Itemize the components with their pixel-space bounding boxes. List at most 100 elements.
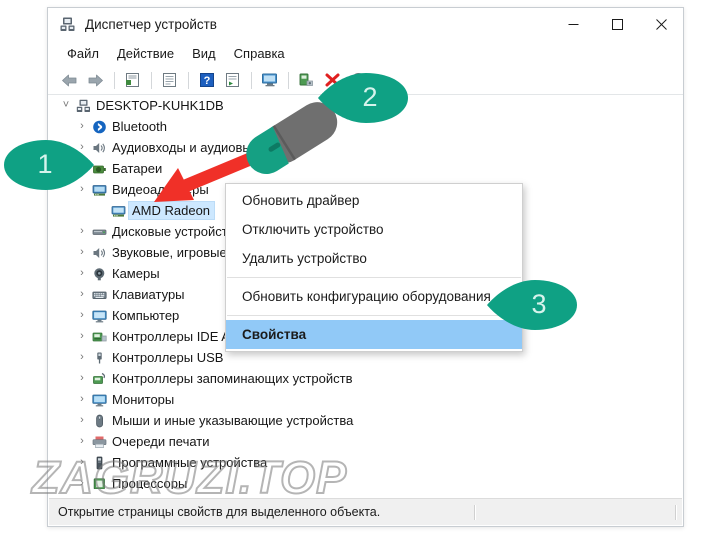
context-menu-item-label: Обновить конфигурацию оборудования <box>242 289 491 304</box>
chevron-right-icon[interactable]: › <box>74 305 90 326</box>
help-icon[interactable]: ? <box>194 68 219 92</box>
tree-item-label: Контроллеры запоминающих устройств <box>112 371 353 386</box>
title-bar: Диспетчер устройств <box>48 8 683 41</box>
tree-item-label: Мониторы <box>112 392 175 407</box>
maximize-icon[interactable] <box>595 8 639 41</box>
tree-item-label: Процессоры <box>112 476 188 489</box>
processor-icon <box>90 477 109 490</box>
menu-item-file[interactable]: Файл <box>58 44 108 63</box>
chevron-right-icon[interactable]: › <box>74 389 90 410</box>
context-menu-separator <box>227 315 521 316</box>
chevron-right-icon[interactable]: › <box>74 473 90 489</box>
tree-item-label: Видеоадаптеры <box>112 182 209 197</box>
menu-item-action[interactable]: Действие <box>108 44 183 63</box>
tree-item-label: Компьютер <box>112 308 180 323</box>
svg-text:?: ? <box>203 75 210 87</box>
chevron-right-icon[interactable]: › <box>74 284 90 305</box>
status-bar: Открытие страницы свойств для выделенног… <box>49 498 682 525</box>
tree-row-storage-controllers[interactable]: › Контроллеры запоминающих устройств <box>49 368 682 389</box>
status-text: Открытие страницы свойств для выделенног… <box>58 505 381 519</box>
tree-item-label: Контроллеры USB <box>112 350 224 365</box>
storage-controller-icon <box>90 372 109 386</box>
tree-item-label: AMD Radeon <box>127 201 216 220</box>
tree-item-label: Очереди печати <box>112 434 210 449</box>
sound-icon <box>90 246 109 260</box>
minimize-icon[interactable] <box>551 8 595 41</box>
toolbar-separator <box>251 71 252 89</box>
printer-icon <box>90 435 109 449</box>
forward-icon[interactable] <box>83 68 108 92</box>
mouse-icon <box>90 414 109 428</box>
context-menu-item-label: Отключить устройство <box>242 222 384 237</box>
annotation-badge-2: 2 <box>318 65 410 131</box>
tree-row-processors[interactable]: › Процессоры <box>49 473 682 489</box>
chevron-right-icon[interactable]: › <box>74 368 90 389</box>
tree-item-label: Дисковые устройства <box>112 224 242 239</box>
annotation-badge-1: 1 <box>2 132 94 198</box>
tree-root-label: DESKTOP-KUHK1DB <box>96 98 224 113</box>
keyboard-icon <box>90 288 109 302</box>
properties-icon[interactable] <box>120 68 145 92</box>
context-menu-item-label: Обновить драйвер <box>242 193 360 208</box>
window-controls <box>551 8 683 41</box>
software-device-icon <box>90 456 109 470</box>
tree-item-label: Мыши и иные указывающие устройства <box>112 413 354 428</box>
tree-item-label: Камеры <box>112 266 160 281</box>
tree-row-audio-io[interactable]: › Аудиовходы и аудиовыходы <box>49 137 682 158</box>
tree-row-software-devices[interactable]: › Программные устройства <box>49 452 682 473</box>
menu-item-help[interactable]: Справка <box>225 44 294 63</box>
chevron-down-icon[interactable]: ˅ <box>58 95 74 116</box>
usb-controller-icon <box>90 351 109 365</box>
camera-icon <box>90 267 109 281</box>
toolbar-separator <box>288 71 289 89</box>
chevron-right-icon[interactable]: › <box>74 347 90 368</box>
tree-item-label: Клавиатуры <box>112 287 185 302</box>
context-menu-item-disable-device[interactable]: Отключить устройство <box>226 215 522 244</box>
tree-item-label: Батареи <box>112 161 163 176</box>
context-menu-item-properties[interactable]: Свойства <box>226 320 522 349</box>
toolbar-separator <box>114 71 115 89</box>
chevron-right-icon[interactable]: › <box>74 410 90 431</box>
chevron-right-icon[interactable]: › <box>74 242 90 263</box>
screenshot-root: Диспетчер устройств Файл Действие Вид Сп… <box>0 0 702 540</box>
menu-bar: Файл Действие Вид Справка <box>48 41 683 66</box>
menu-item-view[interactable]: Вид <box>183 44 225 63</box>
tree-row-mice[interactable]: › Мыши и иные указывающие устройства <box>49 410 682 431</box>
context-menu-item-uninstall-device[interactable]: Удалить устройство <box>226 244 522 273</box>
status-divider <box>474 504 475 520</box>
list-view-icon[interactable] <box>157 68 182 92</box>
computer-root-icon <box>74 99 93 113</box>
chevron-right-icon[interactable]: › <box>74 431 90 452</box>
chevron-right-icon[interactable]: › <box>74 326 90 347</box>
device-manager-icon <box>59 16 76 33</box>
context-menu-item-scan-hardware[interactable]: Обновить конфигурацию оборудования <box>226 282 522 311</box>
context-menu-item-update-driver[interactable]: Обновить драйвер <box>226 186 522 215</box>
context-menu[interactable]: Обновить драйвер Отключить устройство Уд… <box>225 183 523 352</box>
disk-icon <box>90 225 109 239</box>
chevron-right-icon[interactable]: › <box>74 263 90 284</box>
window-title: Диспетчер устройств <box>85 17 217 32</box>
tree-item-label: Программные устройства <box>112 455 268 470</box>
ide-controller-icon <box>90 330 109 344</box>
tree-row-monitors[interactable]: › Мониторы <box>49 389 682 410</box>
context-menu-item-label: Удалить устройство <box>242 251 367 266</box>
toolbar-separator <box>188 71 189 89</box>
monitor-icon <box>90 393 109 407</box>
back-icon[interactable] <box>57 68 82 92</box>
annotation-badge-3: 3 <box>487 272 579 338</box>
status-divider <box>675 504 676 520</box>
badge-number: 2 <box>362 81 378 112</box>
tree-item-label: Bluetooth <box>112 119 167 134</box>
badge-number: 3 <box>531 288 547 319</box>
context-menu-item-label: Свойства <box>242 327 307 342</box>
chevron-right-icon[interactable]: › <box>74 452 90 473</box>
gpu-icon <box>109 204 128 218</box>
computer-icon <box>90 309 109 323</box>
close-icon[interactable] <box>639 8 683 41</box>
chevron-right-icon[interactable]: › <box>74 221 90 242</box>
context-menu-separator <box>227 277 521 278</box>
badge-number: 1 <box>37 148 53 179</box>
tree-row-print-queues[interactable]: › Очереди печати <box>49 431 682 452</box>
toolbar-separator <box>151 71 152 89</box>
tree-row-batteries[interactable]: › Батареи <box>49 158 682 179</box>
